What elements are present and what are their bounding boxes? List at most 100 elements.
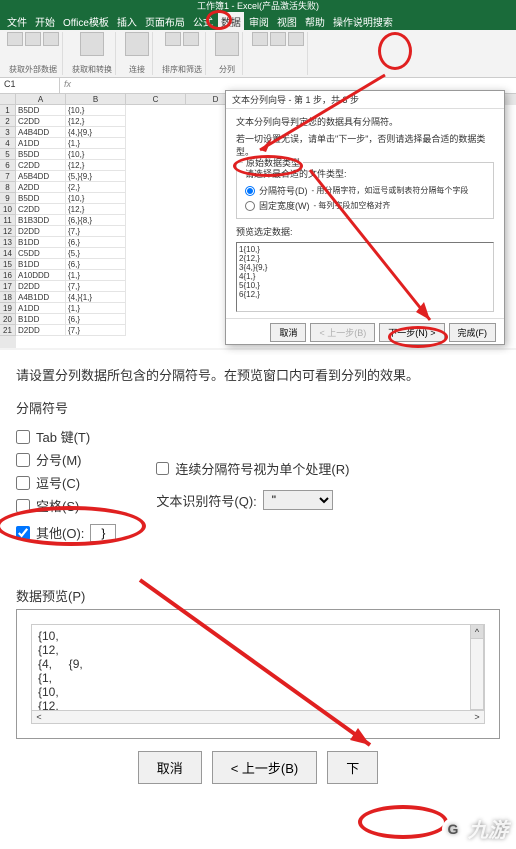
cell[interactable]: {10,} [66, 105, 126, 116]
cell[interactable]: A4B4DD [16, 127, 66, 138]
cell[interactable]: A1DD [16, 138, 66, 149]
next-button[interactable]: 下 [327, 751, 378, 784]
cell[interactable]: C2DD [16, 116, 66, 127]
wizard-next-button[interactable]: 下一步(N) > [379, 323, 444, 342]
ribbon-group-textcols[interactable]: 分列 [212, 32, 243, 75]
cell[interactable]: C2DD [16, 160, 66, 171]
cb-tab[interactable]: Tab 键(T) [16, 427, 116, 446]
row-header[interactable]: 7 [0, 171, 16, 182]
cell[interactable]: C2DD [16, 204, 66, 215]
cell[interactable]: {4,}{9,} [66, 127, 126, 138]
row-header[interactable]: 19 [0, 303, 16, 314]
row-header[interactable]: 5 [0, 149, 16, 160]
menu-office[interactable]: Office模板 [60, 12, 112, 31]
menu-home[interactable]: 开始 [32, 12, 58, 31]
row-header[interactable]: 18 [0, 292, 16, 303]
menu-formula[interactable]: 公式 [190, 12, 216, 31]
cell[interactable]: B1DD [16, 237, 66, 248]
menu-tellme[interactable]: 操作说明搜索 [330, 12, 396, 31]
flashfill-icon[interactable] [252, 32, 268, 46]
cell[interactable]: {1,} [66, 138, 126, 149]
scroll-left-icon[interactable]: < [32, 711, 46, 723]
cb-consec-input[interactable] [156, 462, 169, 475]
cell[interactable]: {7,} [66, 325, 126, 336]
cell[interactable]: B1DD [16, 314, 66, 325]
cell[interactable]: {12,} [66, 116, 126, 127]
cell[interactable]: B1B3DD [16, 215, 66, 226]
cell[interactable]: A1DD [16, 303, 66, 314]
cb-other[interactable]: 其他(O): [16, 523, 84, 542]
sort-icon[interactable] [165, 32, 181, 46]
cell[interactable]: D2DD [16, 281, 66, 292]
name-box[interactable]: C1 [0, 78, 60, 93]
scroll-right-icon[interactable]: > [470, 711, 484, 723]
radio-delimited[interactable]: 分隔符号(D)- 用分隔字符，如逗号或制表符分隔每个字段 [245, 184, 485, 197]
cell[interactable]: {1,} [66, 303, 126, 314]
menu-review[interactable]: 审阅 [246, 12, 272, 31]
datavalid-icon[interactable] [288, 32, 304, 46]
menu-help[interactable]: 帮助 [302, 12, 328, 31]
cell[interactable]: {5,} [66, 248, 126, 259]
cell[interactable]: A5B4DD [16, 171, 66, 182]
row-header[interactable]: 12 [0, 226, 16, 237]
radio-fixed-input[interactable] [245, 201, 255, 211]
row-header[interactable]: 17 [0, 281, 16, 292]
cell[interactable]: {10,} [66, 193, 126, 204]
cell[interactable]: B5DD [16, 193, 66, 204]
cell[interactable]: D2DD [16, 325, 66, 336]
row-header[interactable]: 11 [0, 215, 16, 226]
text-icon[interactable] [43, 32, 59, 46]
cb-comma-input[interactable] [16, 476, 30, 490]
cell[interactable]: {12,} [66, 204, 126, 215]
cell[interactable]: {2,} [66, 182, 126, 193]
cell[interactable]: {1,} [66, 270, 126, 281]
radio-delimited-input[interactable] [245, 186, 255, 196]
access-icon[interactable] [7, 32, 23, 46]
cell[interactable]: A10DDD [16, 270, 66, 281]
row-header[interactable]: 14 [0, 248, 16, 259]
row-header[interactable]: 15 [0, 259, 16, 270]
cb-comma[interactable]: 逗号(C) [16, 473, 116, 492]
row-header[interactable]: 13 [0, 237, 16, 248]
colhdr-b[interactable]: B [66, 94, 126, 105]
cell[interactable]: B5DD [16, 149, 66, 160]
row-header[interactable]: 9 [0, 193, 16, 204]
row-header[interactable]: 8 [0, 182, 16, 193]
cell[interactable]: {7,} [66, 226, 126, 237]
row-header[interactable]: 20 [0, 314, 16, 325]
menu-layout[interactable]: 页面布局 [142, 12, 188, 31]
cb-space[interactable]: 空格(S) [16, 496, 116, 515]
row-header[interactable]: 10 [0, 204, 16, 215]
texttocolumns-icon[interactable] [215, 32, 239, 56]
cell[interactable]: C5DD [16, 248, 66, 259]
web-icon[interactable] [25, 32, 41, 46]
wizard-prev-button[interactable]: < 上一步(B) [310, 323, 375, 342]
cell[interactable]: {6,} [66, 237, 126, 248]
row-header[interactable]: 21 [0, 325, 16, 336]
cell[interactable]: A2DD [16, 182, 66, 193]
menu-insert[interactable]: 插入 [114, 12, 140, 31]
cell[interactable]: B5DD [16, 105, 66, 116]
newquery-icon[interactable] [80, 32, 104, 56]
cell[interactable]: D2DD [16, 226, 66, 237]
cell[interactable]: {5,}{9,} [66, 171, 126, 182]
wizard-cancel-button[interactable]: 取消 [270, 323, 306, 342]
menu-file[interactable]: 文件 [4, 12, 30, 31]
row-header[interactable]: 6 [0, 160, 16, 171]
cell[interactable]: {6,} [66, 314, 126, 325]
wizard-finish-button[interactable]: 完成(F) [449, 323, 497, 342]
cell[interactable]: B1DD [16, 259, 66, 270]
radio-fixed[interactable]: 固定宽度(W)- 每列字段加空格对齐 [245, 199, 485, 212]
other-delim-input[interactable] [90, 524, 116, 542]
refresh-icon[interactable] [125, 32, 149, 56]
cell[interactable]: {7,} [66, 281, 126, 292]
colhdr-c[interactable]: C [126, 94, 186, 105]
menu-data[interactable]: 数据 [218, 12, 244, 31]
cell[interactable]: {10,} [66, 149, 126, 160]
cell[interactable]: {6,} [66, 259, 126, 270]
cb-other-input[interactable] [16, 526, 30, 540]
cancel-button[interactable]: 取消 [138, 751, 202, 784]
cell[interactable]: {4,}{1,} [66, 292, 126, 303]
cb-space-input[interactable] [16, 499, 30, 513]
row-header[interactable]: 2 [0, 116, 16, 127]
